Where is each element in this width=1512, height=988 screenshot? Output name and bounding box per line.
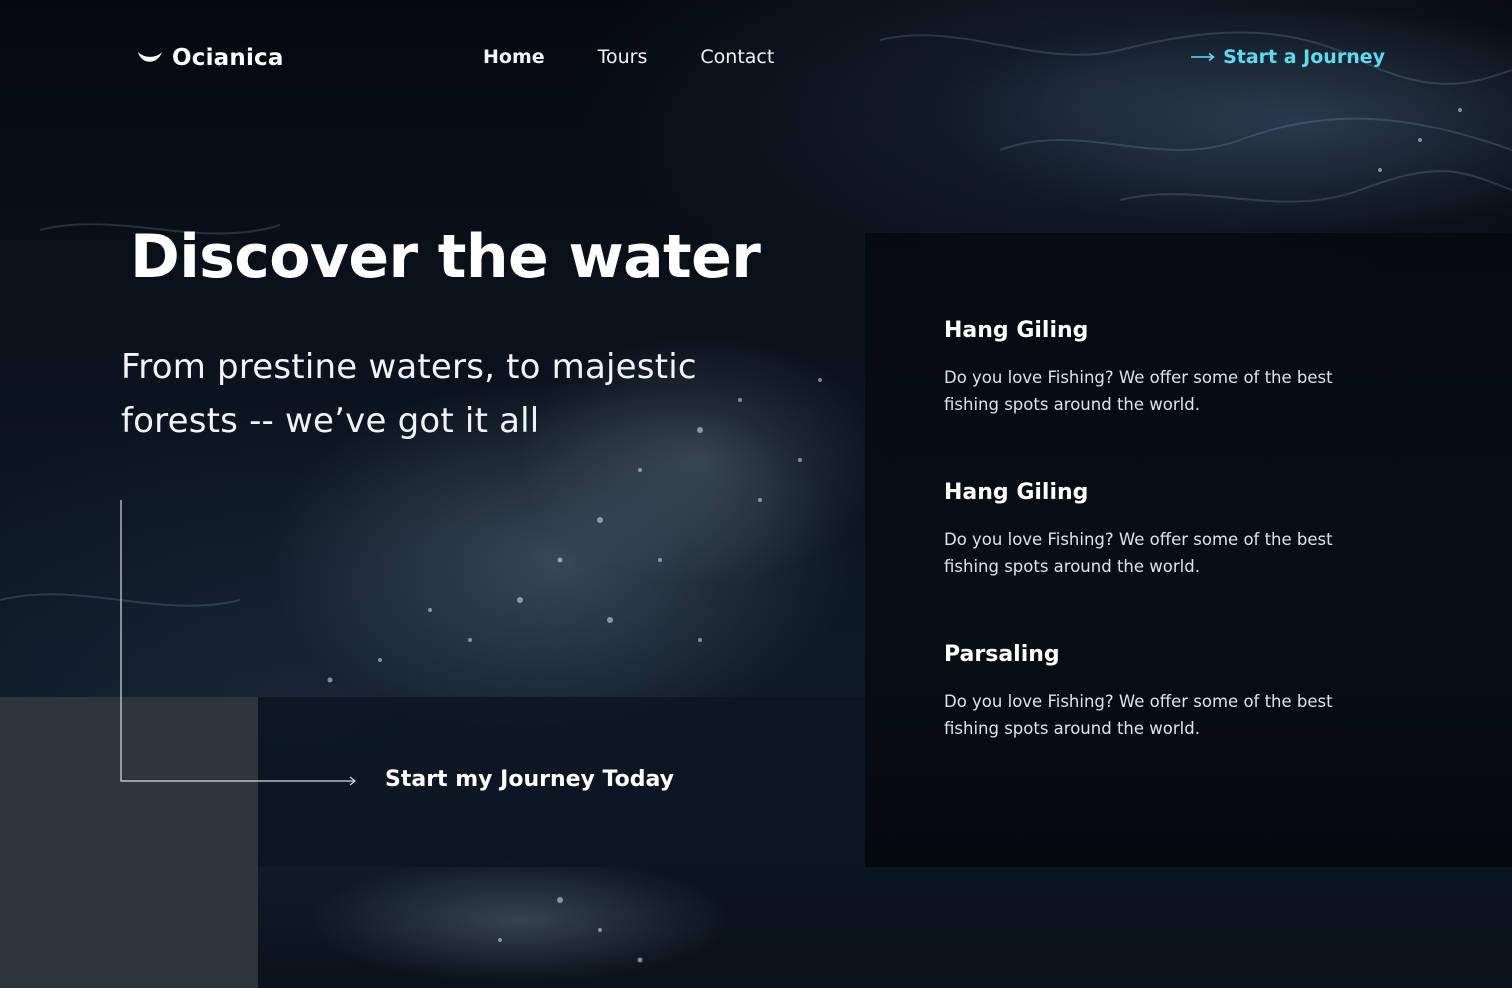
feature-title: Hang Giling bbox=[944, 480, 1089, 505]
feature-title: Parsaling bbox=[944, 642, 1060, 667]
connector-arrow bbox=[120, 500, 356, 786]
feature-item: Hang Giling Do you love Fishing? We offe… bbox=[944, 318, 1384, 418]
feature-description: Do you love Fishing? We offer some of th… bbox=[944, 692, 1333, 738]
start-journey-button[interactable]: Start a Journey bbox=[1191, 46, 1385, 68]
feature-description: Do you love Fishing? We offer some of th… bbox=[944, 530, 1333, 576]
nav-item-tours[interactable]: Tours bbox=[598, 46, 648, 68]
hero-subtitle: From prestine waters, to majestic forest… bbox=[121, 347, 697, 441]
brand-name: Ocianica bbox=[172, 45, 284, 71]
brand-logo[interactable]: Ocianica bbox=[137, 42, 284, 74]
hero-title: Discover the water bbox=[130, 222, 761, 292]
feature-item: Parsaling Do you love Fishing? We offer … bbox=[944, 642, 1384, 742]
wave-icon bbox=[138, 52, 162, 62]
start-my-journey-link[interactable]: Start my Journey Today bbox=[385, 767, 674, 792]
feature-item: Hang Giling Do you love Fishing? We offe… bbox=[944, 480, 1384, 580]
feature-title: Hang Giling bbox=[944, 318, 1089, 343]
nav-item-home[interactable]: Home bbox=[483, 46, 545, 68]
main-nav: Home Tours Contact bbox=[483, 46, 774, 68]
feature-description: Do you love Fishing? We offer some of th… bbox=[944, 368, 1333, 414]
arrow-right-icon bbox=[1191, 52, 1215, 62]
start-journey-label: Start a Journey bbox=[1223, 46, 1385, 68]
nav-item-contact[interactable]: Contact bbox=[700, 46, 774, 68]
